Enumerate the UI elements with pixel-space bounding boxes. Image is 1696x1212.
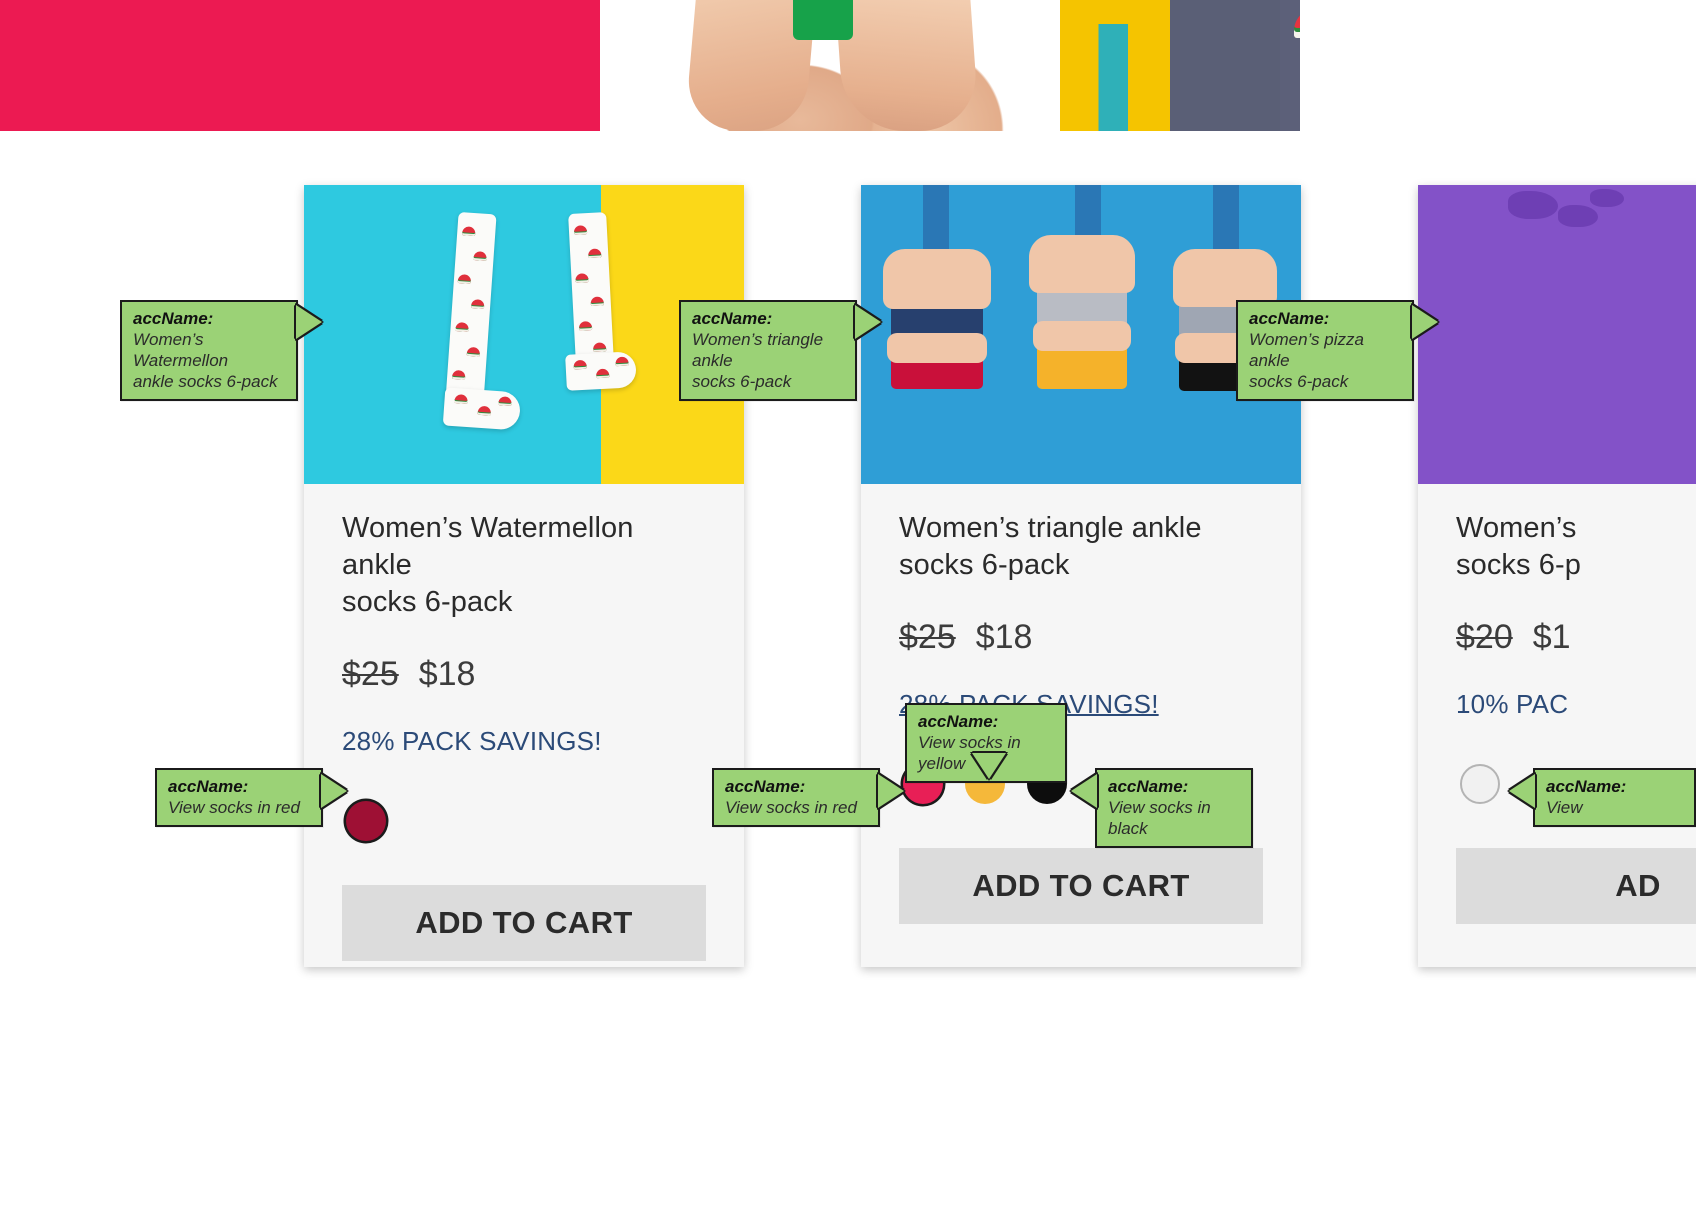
pack-savings-link[interactable]: 28% PACK SAVINGS! xyxy=(342,726,602,757)
hero-white-gap xyxy=(1300,0,1696,131)
annotation-value: Women’s triangle ankle socks 6-pack xyxy=(692,330,824,391)
fingers-left xyxy=(887,333,987,363)
annotation-key: accName: xyxy=(1546,777,1627,796)
annotation-acc-name-swatch-1-red: accName: View socks in red xyxy=(155,768,323,827)
product-card-watermelon[interactable]: Women’s Watermellon ankle socks 6-pack $… xyxy=(304,185,744,967)
annotation-value: Women’s Watermellon ankle socks 6-pack xyxy=(133,330,278,391)
annotation-acc-name-product-3: accName: Women’s pizza ankle socks 6-pac… xyxy=(1236,300,1414,401)
sock-foot-right xyxy=(565,351,637,391)
annotation-key: accName: xyxy=(133,309,214,328)
annotation-value: View socks in red xyxy=(725,798,857,817)
price-row: $25 $18 xyxy=(342,655,706,694)
product-card-pizza[interactable]: Women’s socks 6-p $20 $1 10% PAC AD xyxy=(1418,185,1696,967)
product-card-triangle[interactable]: Women’s triangle ankle socks 6-pack $25 … xyxy=(861,185,1301,967)
annotation-key: accName: xyxy=(1249,309,1330,328)
sale-price: $1 xyxy=(1532,618,1571,656)
annotation-acc-name-product-1: accName: Women’s Watermellon ankle socks… xyxy=(120,300,298,401)
annotation-arrow-3 xyxy=(1412,305,1438,339)
image-background-blue xyxy=(861,185,1301,484)
original-price: $25 xyxy=(899,618,956,656)
annotation-arrow-4 xyxy=(321,774,347,808)
hero-sock-cuff xyxy=(1060,0,1170,24)
annotation-value: View socks in red xyxy=(168,798,300,817)
hero-sock-grey xyxy=(1170,0,1280,131)
annotation-acc-name-swatch-2-black: accName: View socks in black xyxy=(1095,768,1253,848)
add-to-cart-button[interactable]: ADD TO CART xyxy=(342,885,706,961)
price-row: $25 $18 xyxy=(899,618,1263,657)
swatch-red[interactable] xyxy=(346,801,386,841)
annotation-arrow-2 xyxy=(855,305,881,339)
swatch-white[interactable] xyxy=(1460,764,1500,804)
annotation-key: accName: xyxy=(1108,777,1189,796)
sock-leg-right xyxy=(568,212,614,364)
price-row: $20 $1 xyxy=(1456,618,1696,657)
annotation-arrow-1 xyxy=(296,305,322,339)
add-to-cart-button[interactable]: AD xyxy=(1456,848,1696,924)
annotation-acc-name-swatch-2-red: accName: View socks in red xyxy=(712,768,880,827)
original-price: $25 xyxy=(342,655,399,693)
add-to-cart-button[interactable]: ADD TO CART xyxy=(899,848,1263,924)
annotation-key: accName: xyxy=(168,777,249,796)
product-title: Women’s Watermellon ankle socks 6-pack xyxy=(342,512,634,618)
product-image-watermelon[interactable] xyxy=(304,185,744,484)
hand-left xyxy=(883,249,991,309)
color-swatch-row xyxy=(346,799,706,843)
sale-price: $18 xyxy=(418,655,476,693)
product-title: Women’s socks 6-p xyxy=(1456,512,1581,581)
annotation-acc-name-swatch-3-white: accName: View xyxy=(1533,768,1696,827)
hand-right xyxy=(1173,249,1277,307)
pack-savings-link[interactable]: 10% PAC xyxy=(1456,689,1568,720)
annotation-value: Women’s pizza ankle socks 6-pack xyxy=(1249,330,1364,391)
image-background-purple xyxy=(1418,185,1696,484)
fingers-middle xyxy=(1033,321,1131,351)
sock-foot-left xyxy=(442,387,522,431)
annotation-acc-name-product-2: accName: Women’s triangle ankle socks 6-… xyxy=(679,300,857,401)
product-image-triangle[interactable] xyxy=(861,185,1301,484)
annotation-key: accName: xyxy=(692,309,773,328)
product-title: Women’s triangle ankle socks 6-pack xyxy=(899,512,1202,581)
product-image-pizza[interactable] xyxy=(1418,185,1696,484)
annotation-arrow-7 xyxy=(1071,774,1097,808)
original-price: $20 xyxy=(1456,618,1513,656)
annotation-value: View socks in black xyxy=(1108,798,1211,838)
annotation-arrow-5 xyxy=(878,774,904,808)
annotation-key: accName: xyxy=(725,777,806,796)
annotation-arrow-8 xyxy=(1509,774,1535,808)
hero-banner xyxy=(0,0,1696,131)
product-grid-page: Women’s Watermellon ankle socks 6-pack $… xyxy=(0,131,1696,1212)
annotation-key: accName: xyxy=(918,712,999,731)
sale-price: $18 xyxy=(975,618,1033,656)
annotation-arrow-6 xyxy=(972,753,1006,779)
annotation-value: View xyxy=(1546,798,1583,817)
hero-sock-green xyxy=(793,0,853,40)
hand-middle xyxy=(1029,235,1135,293)
